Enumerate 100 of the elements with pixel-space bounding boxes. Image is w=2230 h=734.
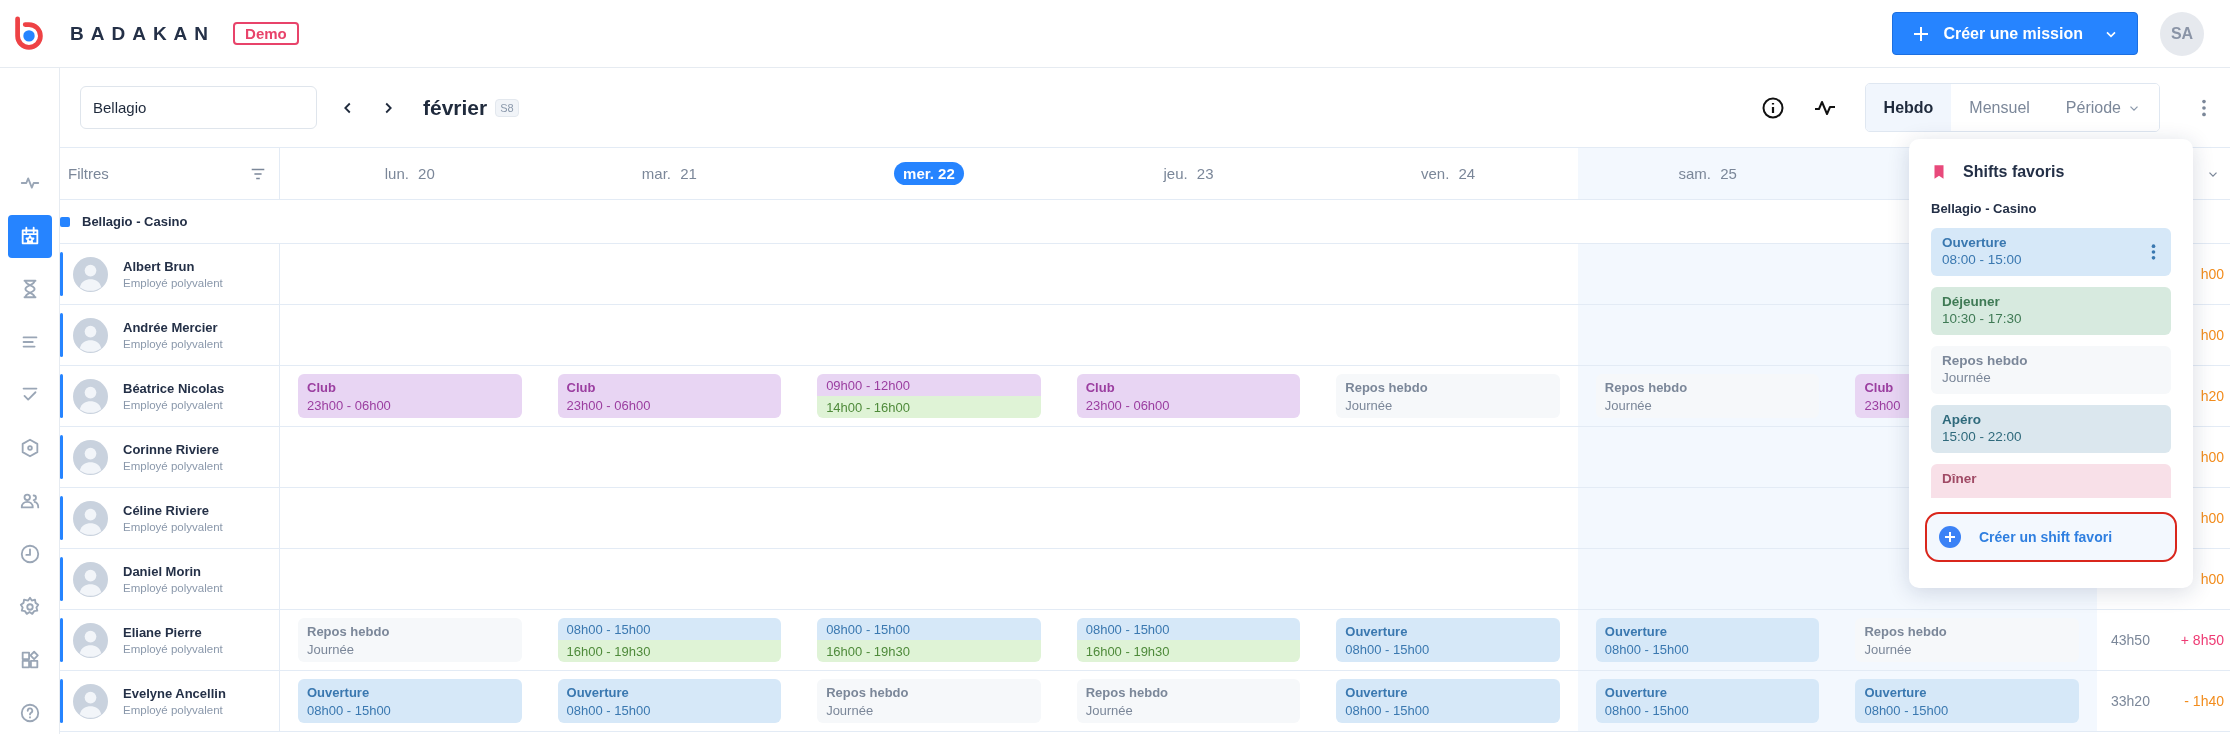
shift-time: 23h00 - 06h00 [1085,397,1171,413]
group-marker [60,216,70,227]
employee-role: Employé polyvalent [123,338,223,350]
shift-block[interactable]: Repos hebdo Journée [817,679,1041,723]
shift-time: 08h00 - 15h00 [307,702,392,718]
shift-block[interactable]: Club 23h00 - 06h00 [298,374,522,418]
avatar-placeholder [73,622,108,658]
shift-time: 23h00 - 06h00 [307,397,392,413]
shift-time: 08h00 - 15h00 [1604,641,1690,657]
shift-title: Ouverture [1345,684,1409,700]
shift-block[interactable]: Club 23h00 - 06h00 [1076,374,1301,418]
avatar-placeholder [73,439,108,475]
site-field[interactable]: Bellagio [80,86,317,129]
favorite-shift[interactable]: Dîner [1931,464,2171,498]
shift-block[interactable]: 09h00 - 12h00 [817,374,1041,396]
create-favorite-button[interactable]: Créer un shift favori [1925,512,2177,562]
hours-difference: h00 [2200,327,2224,343]
day-header[interactable]: ven. 24 [1411,162,1485,185]
shift-title: Repos hebdo [307,623,391,639]
shift-block[interactable]: Club 23h00 - 06h00 [557,374,782,418]
shift-title: Apéro [1942,412,1982,427]
shift-block[interactable]: 14h00 - 16h00 [817,396,1041,418]
shift-time: 23h00 [1864,397,1902,413]
employee-name: Evelyne Ancellin [123,686,226,701]
favorite-shift[interactable]: Apéro 15:00 - 22:00 [1931,405,2171,453]
shift-block[interactable]: Ouverture 08h00 - 15h00 [557,679,782,723]
shift-title: Dîner [1942,471,1977,486]
shift-block[interactable]: Ouverture 08h00 - 15h00 [298,679,522,723]
favorite-shift[interactable]: Ouverture 08:00 - 15:00 [1931,228,2171,276]
group-name: Bellagio - Casino [82,214,188,229]
shift-time: Journée [307,641,355,657]
shift-time: 23h00 - 06h00 [566,397,652,413]
shift-title: Ouverture [1604,684,1668,700]
employee-marker [60,435,63,479]
hours-difference: + 8h50 [2180,632,2224,648]
day-header[interactable]: jeu. 23 [1154,162,1223,185]
shift-time: 16h00 - 19h30 [566,643,652,659]
info-icon[interactable] [1760,95,1785,120]
employee-role: Employé polyvalent [123,399,224,411]
shift-time: 08:00 - 15:00 [1942,252,2022,267]
employee-name: Daniel Morin [123,564,202,579]
shift-time: 08h00 - 15h00 [1345,702,1431,718]
shift-block[interactable]: Repos hebdo Journée [298,618,522,662]
employee-marker [60,374,63,418]
shift-block[interactable]: Repos hebdo Journée [1855,618,2079,662]
shift-time: 08h00 - 15h00 [1864,702,1950,718]
hours-difference: h00 [2200,510,2224,526]
shift-title: Ouverture [307,684,371,700]
shift-title: Repos hebdo [1942,353,2028,368]
shift-block[interactable]: Repos hebdo Journée [1595,374,1820,418]
favorite-shift[interactable]: Repos hebdo Journée [1931,346,2171,394]
day-header[interactable]: mar. 21 [632,162,706,185]
shift-time: 08h00 - 15h00 [1345,641,1431,657]
shift-block[interactable]: 08h00 - 15h00 [1076,618,1301,640]
shift-block[interactable]: Repos hebdo Journée [1076,679,1301,723]
shift-time: 08h00 - 15h00 [566,621,652,637]
day-header[interactable]: lun. 20 [375,162,444,185]
shift-block[interactable]: Repos hebdo Journée [1336,374,1560,418]
more-icon[interactable] [2150,242,2157,262]
employee-marker [60,679,63,723]
shift-time: 14h00 - 16h00 [826,399,911,415]
employee-marker [60,252,63,296]
day-header[interactable]: mer. 22 [894,162,964,185]
avatar-placeholder [73,561,108,597]
employee-name: Andrée Mercier [123,320,219,335]
shift-block[interactable]: Ouverture 08h00 - 15h00 [1595,679,1820,723]
shift-block[interactable]: 16h00 - 19h30 [817,640,1041,662]
worked-hours: 43h50 [2111,632,2150,648]
shift-title: Club [1864,379,1895,395]
favorite-shift[interactable]: Déjeuner 10:30 - 17:30 [1931,287,2171,335]
view-tab[interactable]: Hebdo [1865,84,1952,131]
shift-title: Déjeuner [1942,294,2001,309]
employee-name: Céline Riviere [123,503,210,518]
create-mission-button[interactable]: Créer une mission [1892,12,2138,55]
shift-block[interactable]: Ouverture 08h00 - 15h00 [1336,679,1560,723]
shift-block[interactable]: Ouverture 08h00 - 15h00 [1595,618,1820,662]
popup-title: Shifts favoris [1963,163,2065,181]
shift-block[interactable]: 16h00 - 19h30 [557,640,782,662]
shift-time: 09h00 - 12h00 [826,377,911,393]
shift-block[interactable]: 08h00 - 15h00 [817,618,1041,640]
shift-title: Ouverture [1864,684,1928,700]
day-header[interactable]: sam. 25 [1669,162,1746,185]
shift-block[interactable]: 16h00 - 19h30 [1076,640,1301,662]
demo-badge: Demo [233,22,299,45]
shift-time: Journée [1942,370,1992,385]
hours-difference: - 1h40 [2184,693,2224,709]
shift-title: Ouverture [566,684,630,700]
sidebar-item[interactable] [7,214,52,258]
shift-block[interactable]: Ouverture 08h00 - 15h00 [1855,679,2079,723]
user-avatar[interactable]: SA [2160,11,2204,56]
employee-role: Employé polyvalent [123,277,223,289]
shift-block[interactable]: 08h00 - 15h00 [557,618,782,640]
shift-title: Repos hebdo [1864,623,1948,639]
plus-circle-icon [1939,526,1961,548]
month-title: février [423,95,488,120]
shift-block[interactable]: Ouverture 08h00 - 15h00 [1336,618,1560,662]
shift-time: Journée [1345,397,1394,413]
shift-title: Club [307,379,337,395]
bookmark-icon [1933,164,1945,180]
avatar-placeholder [73,500,108,536]
